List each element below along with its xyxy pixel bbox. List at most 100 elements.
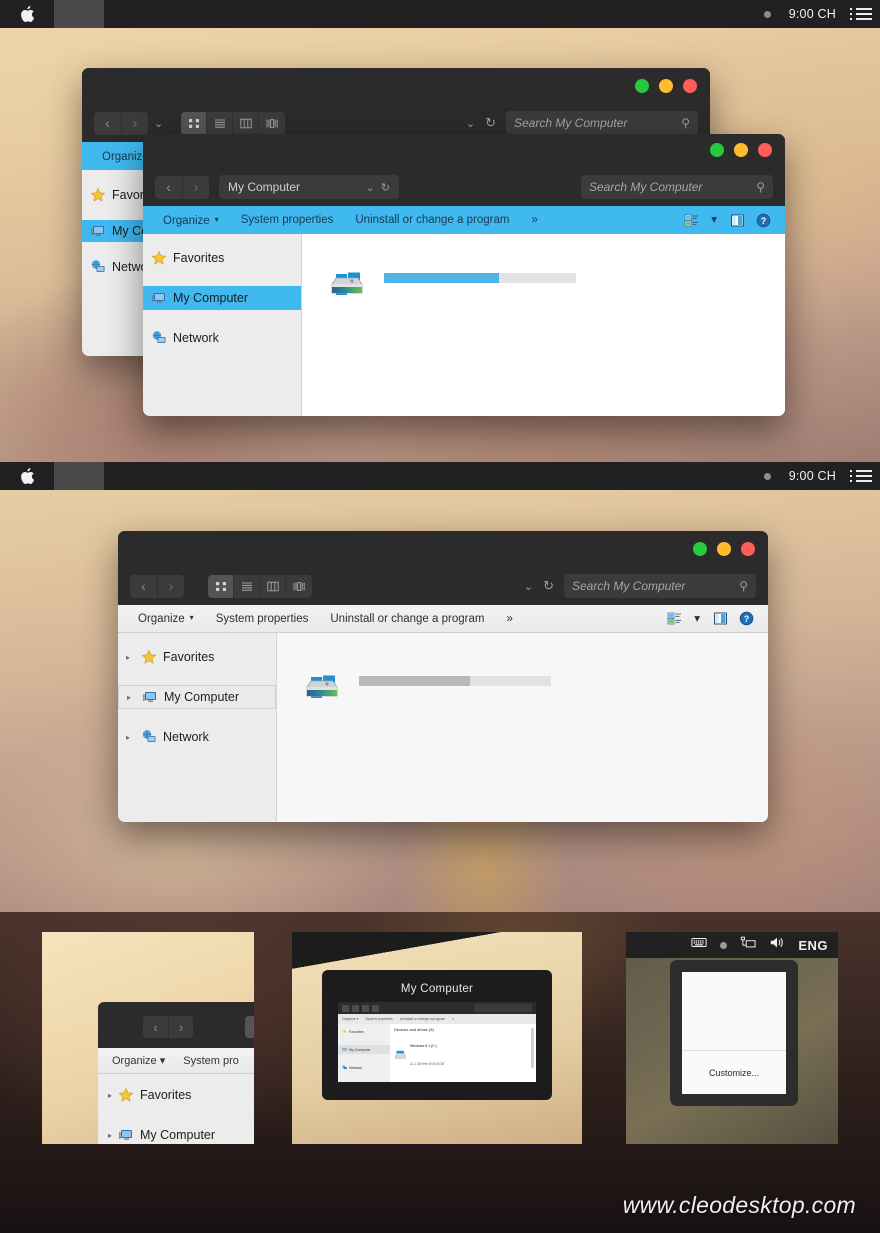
sidebar-item-network[interactable]: Network bbox=[143, 326, 301, 350]
keyboard-icon[interactable] bbox=[691, 935, 707, 955]
customize-popup[interactable]: Customize... bbox=[670, 960, 798, 1106]
icon-view-button[interactable] bbox=[208, 574, 234, 598]
traffic-lights[interactable] bbox=[693, 542, 755, 556]
view-toggle-group[interactable] bbox=[208, 574, 312, 598]
minimize-button[interactable] bbox=[734, 143, 748, 157]
icon-view-button[interactable] bbox=[362, 1004, 369, 1012]
drive-item[interactable]: SeTuP (D:) 10,7 GB free of 41,1 GB bbox=[394, 1072, 532, 1082]
sidebar-item-favorites[interactable]: Favorites bbox=[143, 246, 301, 270]
back-button[interactable]: ‹ bbox=[143, 1016, 168, 1038]
close-button[interactable] bbox=[758, 143, 772, 157]
expand-arrow-icon[interactable]: ▸ bbox=[127, 693, 136, 702]
help-icon[interactable]: ? bbox=[750, 206, 776, 234]
view-options-icon[interactable] bbox=[678, 206, 704, 234]
forward-button[interactable]: › bbox=[157, 574, 184, 598]
traffic-lights[interactable] bbox=[710, 143, 772, 157]
zoom-button[interactable] bbox=[693, 542, 707, 556]
thumbnail-left[interactable]: ‹ › Organize ▾ System pro ▸ Favorites ▸ … bbox=[42, 932, 254, 1144]
forward-button[interactable]: › bbox=[168, 1016, 193, 1038]
system-properties-button[interactable]: System properties bbox=[230, 206, 345, 234]
back-button[interactable]: ‹ bbox=[94, 112, 121, 135]
network-tray-icon[interactable] bbox=[740, 935, 756, 955]
apple-logo-icon[interactable] bbox=[0, 6, 54, 22]
apple-logo-icon[interactable] bbox=[0, 468, 54, 484]
system-properties-button[interactable]: System properties bbox=[365, 1017, 392, 1021]
sidebar-item-network[interactable]: ▸ Network bbox=[118, 725, 276, 749]
organize-menu[interactable]: Organize ▾ bbox=[342, 1017, 358, 1021]
address-bar[interactable]: My Computer ⌄ ↻ bbox=[219, 175, 399, 199]
window-titlebar[interactable] bbox=[118, 531, 768, 567]
thumbnail-middle[interactable]: My Computer Organize ▾ System properties… bbox=[292, 932, 582, 1144]
list-view-button[interactable] bbox=[234, 574, 260, 598]
column-view-button[interactable] bbox=[260, 574, 286, 598]
forward-button[interactable]: › bbox=[182, 175, 209, 199]
traffic-lights[interactable] bbox=[635, 79, 697, 93]
icon-view-button[interactable] bbox=[181, 111, 208, 135]
view-options-icon[interactable] bbox=[661, 605, 687, 633]
gallery-view-button[interactable] bbox=[286, 575, 312, 598]
sidebar-item-favorites[interactable]: ▸ Favorites bbox=[98, 1084, 254, 1106]
sidebar-item-my-computer[interactable]: My Computer bbox=[338, 1045, 390, 1054]
sidebar-item-favorites[interactable]: Favorites bbox=[338, 1027, 390, 1036]
sidebar-item-my-computer[interactable]: My Computer bbox=[143, 286, 301, 310]
mini-nav-buttons[interactable]: ‹ › bbox=[143, 1016, 193, 1038]
sidebar-item-my-computer[interactable]: ▸ My Computer bbox=[98, 1124, 254, 1144]
refresh-icon[interactable]: ↻ bbox=[381, 181, 390, 194]
refresh-icon[interactable]: ↻ bbox=[543, 578, 554, 594]
mini-explorer-window[interactable]: Organize ▾ System properties Uninstall o… bbox=[338, 1002, 536, 1082]
close-button[interactable] bbox=[741, 542, 755, 556]
list-view-button[interactable] bbox=[372, 1004, 379, 1012]
list-view-button[interactable] bbox=[207, 111, 234, 135]
system-properties-button[interactable]: System pro bbox=[183, 1055, 239, 1067]
forward-button[interactable]: › bbox=[121, 111, 148, 135]
overflow-button[interactable]: » bbox=[520, 206, 548, 234]
active-app-slot[interactable] bbox=[54, 462, 104, 490]
zoom-button[interactable] bbox=[635, 79, 649, 93]
path-chevron-icon[interactable]: ⌄ bbox=[154, 117, 163, 130]
uninstall-program-button[interactable]: Uninstall or change a program bbox=[344, 206, 520, 234]
expand-arrow-icon[interactable]: ▸ bbox=[108, 1131, 112, 1140]
nav-buttons[interactable]: ‹ › bbox=[130, 574, 184, 598]
help-icon[interactable]: ? bbox=[733, 605, 759, 633]
organize-menu[interactable]: Organize▾ bbox=[152, 206, 230, 235]
search-input[interactable] bbox=[474, 1004, 532, 1012]
icon-view-button[interactable] bbox=[245, 1016, 254, 1038]
scrollbar[interactable] bbox=[531, 1028, 534, 1068]
system-properties-button[interactable]: System properties bbox=[205, 605, 320, 633]
uninstall-program-button[interactable]: Uninstall or change a program bbox=[319, 605, 495, 633]
back-button[interactable]: ‹ bbox=[155, 176, 182, 199]
close-button[interactable] bbox=[683, 79, 697, 93]
clock[interactable]: 9:00 CH bbox=[789, 7, 836, 21]
zoom-button[interactable] bbox=[710, 143, 724, 157]
organize-menu[interactable]: Organize▾ bbox=[127, 604, 205, 633]
nav-buttons[interactable]: ‹ › bbox=[155, 175, 209, 199]
organize-menu[interactable]: Organize ▾ bbox=[112, 1054, 165, 1067]
chevron-down-icon[interactable]: ⌄ bbox=[366, 181, 375, 194]
drive-item[interactable]: Windows 8.1 (C:) 11,1 GB free of 40,5 GB bbox=[394, 1034, 532, 1070]
mini-view-toggle[interactable] bbox=[245, 1016, 254, 1038]
uninstall-program-button[interactable]: Uninstall or change a program bbox=[400, 1017, 445, 1021]
overflow-button[interactable]: » bbox=[452, 1017, 454, 1021]
minimize-button[interactable] bbox=[659, 79, 673, 93]
refresh-icon[interactable]: ↻ bbox=[485, 115, 496, 131]
drive-item[interactable] bbox=[328, 260, 785, 296]
back-button[interactable]: ‹ bbox=[130, 575, 157, 598]
expand-arrow-icon[interactable]: ▸ bbox=[126, 653, 135, 662]
list-menu-icon[interactable] bbox=[850, 470, 872, 482]
expand-arrow-icon[interactable]: ▸ bbox=[126, 733, 135, 742]
thumbnail-right[interactable]: ENG Customize... bbox=[626, 932, 838, 1144]
preview-pane-icon[interactable] bbox=[707, 605, 733, 633]
window-titlebar[interactable] bbox=[82, 68, 710, 104]
list-menu-icon[interactable] bbox=[850, 8, 872, 20]
search-input[interactable]: Search My Computer ⚲ bbox=[564, 574, 756, 598]
sidebar-item-my-computer[interactable]: ▸ My Computer bbox=[118, 685, 276, 709]
nav-buttons[interactable]: ‹ › bbox=[94, 111, 148, 135]
expand-arrow-icon[interactable]: ▸ bbox=[108, 1091, 112, 1100]
clock[interactable]: 9:00 CH bbox=[789, 469, 836, 483]
sidebar-item-favorites[interactable]: ▸ Favorites bbox=[118, 645, 276, 669]
toolbar-chevron-icon[interactable]: ⌄ bbox=[524, 580, 533, 593]
view-options-caret[interactable]: ▾ bbox=[687, 605, 707, 633]
view-toggle-group[interactable] bbox=[181, 111, 286, 135]
drive-item[interactable] bbox=[303, 663, 768, 699]
forward-button[interactable] bbox=[352, 1004, 359, 1012]
